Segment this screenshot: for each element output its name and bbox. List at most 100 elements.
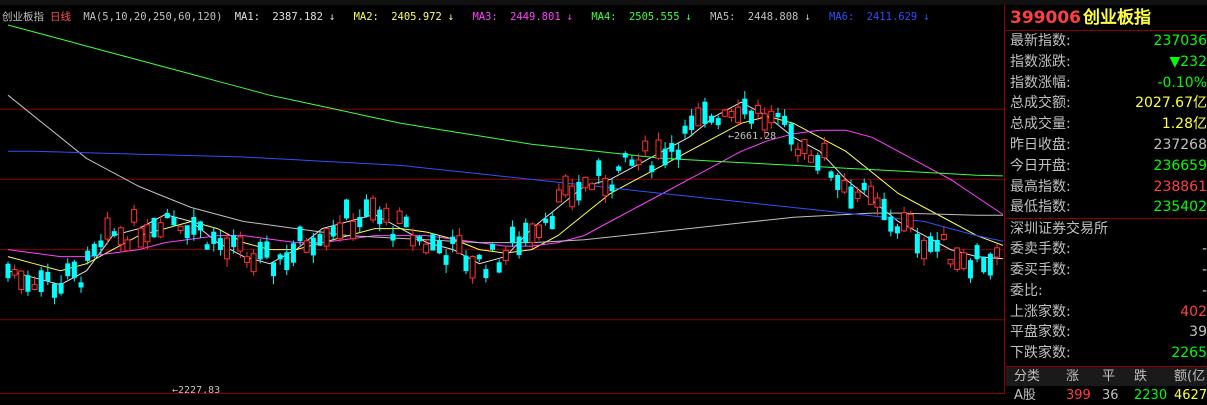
candle[interactable] (25, 270, 31, 296)
header-flat[interactable]: 平 (1102, 367, 1115, 386)
candle[interactable] (65, 258, 71, 280)
candle[interactable] (396, 207, 403, 225)
candle[interactable] (390, 226, 396, 247)
candle[interactable] (815, 152, 821, 175)
candle[interactable] (509, 220, 515, 248)
candle[interactable] (894, 223, 900, 239)
candle[interactable] (981, 256, 987, 275)
candle[interactable] (669, 135, 675, 160)
candle[interactable] (529, 222, 536, 249)
candle[interactable] (51, 282, 57, 305)
market-table-row[interactable]: A股 399 36 2230 4627 (1006, 386, 1207, 405)
candle[interactable] (582, 176, 589, 192)
candle[interactable] (91, 241, 97, 259)
candle[interactable] (974, 243, 980, 263)
candle[interactable] (290, 240, 296, 267)
candle[interactable] (954, 247, 961, 273)
candle[interactable] (649, 161, 655, 179)
candle[interactable] (131, 204, 138, 227)
candle[interactable] (323, 228, 330, 251)
candle[interactable] (609, 178, 615, 199)
candle[interactable] (117, 225, 124, 253)
candle[interactable] (191, 209, 197, 241)
candle[interactable] (184, 225, 190, 245)
candle[interactable] (682, 119, 688, 139)
candle[interactable] (436, 235, 442, 255)
candle[interactable] (861, 178, 867, 194)
candle[interactable] (715, 115, 721, 130)
candle[interactable] (881, 192, 887, 221)
period-label[interactable]: 日线 (50, 11, 71, 23)
kline-chart[interactable]: ←2661.28 ←2227.83 创业板指 日线 MA(5,10,20,250,6… (0, 5, 1005, 393)
candle[interactable] (662, 142, 668, 169)
candle[interactable] (562, 174, 569, 198)
candle[interactable] (403, 214, 409, 228)
candle[interactable] (58, 275, 64, 296)
candle[interactable] (748, 109, 754, 130)
candle[interactable] (728, 108, 735, 122)
candle[interactable] (124, 236, 131, 252)
candle[interactable] (920, 236, 927, 266)
candle[interactable] (940, 226, 947, 241)
candle[interactable] (589, 181, 596, 191)
candle[interactable] (596, 158, 602, 184)
candle[interactable] (370, 195, 377, 223)
candle[interactable] (742, 90, 748, 119)
candle[interactable] (443, 249, 449, 273)
candle[interactable] (151, 217, 157, 238)
header-amount[interactable]: 额(亿 (1174, 367, 1205, 386)
candle[interactable] (377, 206, 383, 232)
candle[interactable] (947, 258, 954, 268)
candle[interactable] (536, 224, 543, 241)
candle[interactable] (456, 227, 463, 255)
candle[interactable] (277, 252, 283, 265)
candle[interactable] (874, 192, 881, 216)
candle[interactable] (409, 228, 416, 251)
candle[interactable] (721, 108, 728, 117)
candle[interactable] (616, 164, 622, 174)
candle[interactable] (695, 102, 702, 127)
header-up[interactable]: 涨 (1066, 367, 1079, 386)
candle[interactable] (357, 209, 363, 233)
candle[interactable] (171, 210, 177, 227)
candle[interactable] (655, 132, 662, 161)
candle[interactable] (137, 226, 144, 248)
candle[interactable] (994, 243, 1000, 266)
candle[interactable] (516, 231, 522, 259)
header-down[interactable]: 跌 (1134, 367, 1147, 386)
candle[interactable] (768, 105, 775, 129)
candle[interactable] (788, 121, 794, 152)
candle[interactable] (5, 261, 11, 282)
candle[interactable] (271, 262, 277, 285)
candle[interactable] (801, 138, 808, 160)
candle[interactable] (177, 225, 184, 234)
candle[interactable] (928, 232, 934, 254)
candle[interactable] (808, 149, 815, 163)
candle[interactable] (350, 213, 357, 242)
candle[interactable] (702, 97, 708, 128)
candle[interactable] (417, 234, 423, 246)
candle[interactable] (960, 248, 967, 271)
candle[interactable] (78, 276, 84, 293)
candle[interactable] (523, 218, 529, 247)
candle[interactable] (211, 227, 217, 252)
candle[interactable] (463, 250, 469, 275)
candle[interactable] (689, 108, 695, 137)
candle[interactable] (104, 211, 111, 245)
candle[interactable] (317, 230, 323, 247)
candle[interactable] (854, 186, 861, 203)
candle[interactable] (204, 241, 210, 250)
candle[interactable] (336, 215, 343, 242)
candle[interactable] (622, 151, 628, 163)
candle[interactable] (987, 252, 993, 280)
candle[interactable] (675, 142, 681, 168)
candle[interactable] (867, 180, 874, 206)
candle[interactable] (775, 107, 781, 126)
candle[interactable] (157, 215, 164, 239)
candle[interactable] (224, 234, 231, 267)
candle[interactable] (11, 264, 18, 279)
candle[interactable] (967, 258, 973, 283)
candle[interactable] (835, 173, 841, 198)
candle[interactable] (243, 252, 250, 268)
candle[interactable] (709, 113, 715, 125)
